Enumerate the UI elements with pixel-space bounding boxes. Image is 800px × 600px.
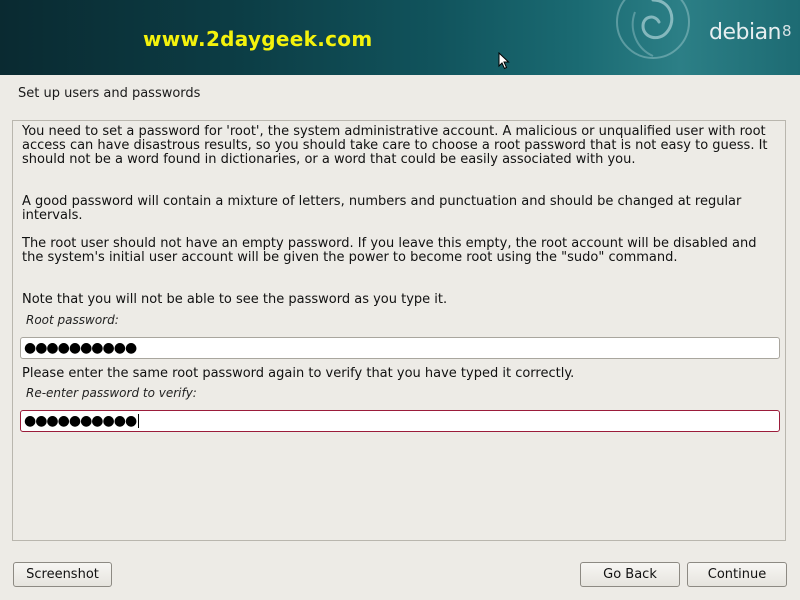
screenshot-button[interactable]: Screenshot — [13, 562, 112, 587]
brand-version: 8 — [782, 22, 792, 40]
verify-password-value: ●●●●●●●●●● — [24, 413, 137, 429]
intro-paragraph: You need to set a password for 'root', t… — [22, 124, 768, 167]
go-back-button[interactable]: Go Back — [580, 562, 680, 587]
continue-button[interactable]: Continue — [687, 562, 787, 587]
hidden-input-note: Note that you will not be able to see th… — [22, 292, 448, 307]
root-password-label: Root password: — [26, 313, 119, 327]
page-title: Set up users and passwords — [18, 86, 201, 101]
verify-password-field[interactable]: ●●●●●●●●●● — [20, 410, 780, 432]
root-password-field[interactable]: ●●●●●●●●●● — [20, 337, 780, 359]
empty-password-paragraph: The root user should not have an empty p… — [22, 236, 757, 265]
watermark-text: www.2daygeek.com — [143, 27, 373, 51]
text-caret — [138, 414, 140, 428]
debian-swirl-icon — [616, 0, 690, 59]
installer-window: www.2daygeek.com debian8 Set up users an… — [0, 0, 800, 600]
root-password-value: ●●●●●●●●●● — [24, 340, 137, 356]
password-advice-paragraph: A good password will contain a mixture o… — [22, 194, 742, 223]
verify-instruction: Please enter the same root password agai… — [22, 366, 575, 381]
brand-name: debian — [709, 20, 782, 45]
header-banner: www.2daygeek.com debian8 — [0, 0, 800, 75]
mouse-pointer-icon — [498, 52, 510, 70]
verify-password-label: Re-enter password to verify: — [26, 386, 197, 400]
content-panel: You need to set a password for 'root', t… — [12, 120, 786, 541]
debian-logo: debian8 — [709, 20, 792, 45]
